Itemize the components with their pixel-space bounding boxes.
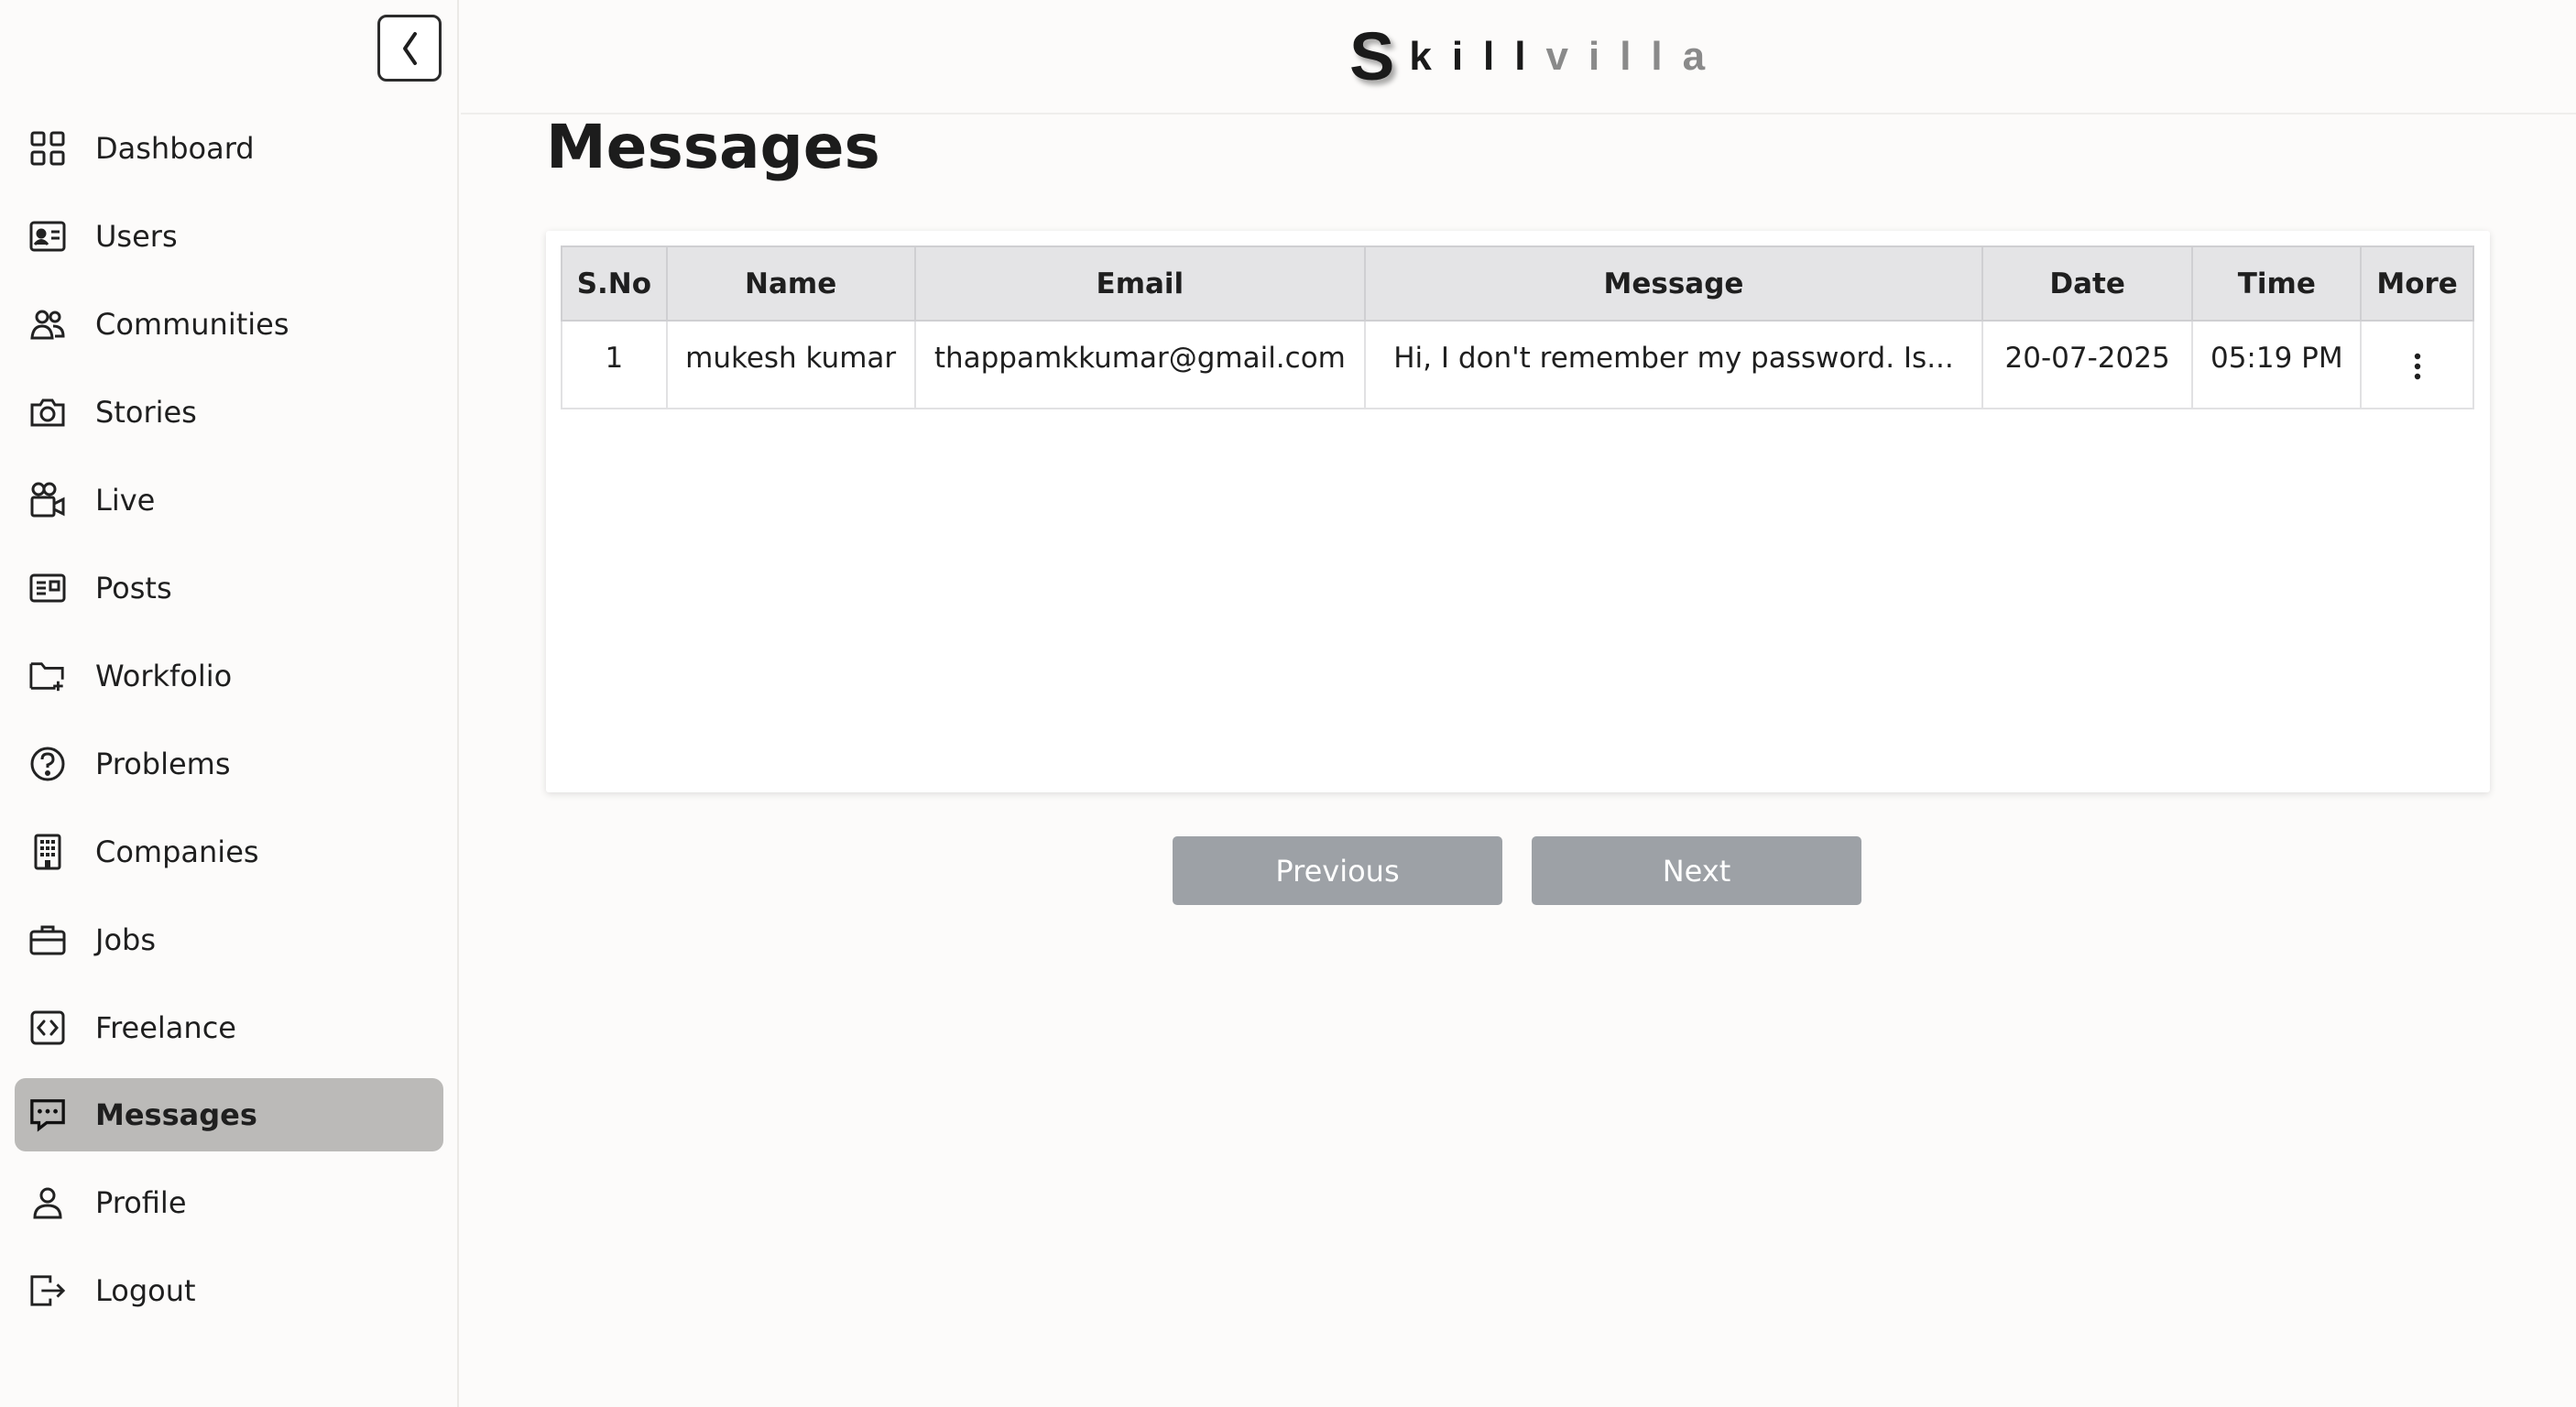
sidebar-item-label: Stories: [95, 395, 197, 430]
more-options-icon[interactable]: [2413, 353, 2422, 387]
top-bar: S kill villa: [461, 0, 2576, 115]
messages-table: S.No Name Email Message Date Time More 1…: [561, 245, 2474, 409]
chat-dots-icon: [29, 1096, 66, 1133]
briefcase-icon: [29, 922, 66, 958]
sidebar-item-companies[interactable]: Companies: [15, 815, 443, 889]
sidebar-item-label: Communities: [95, 307, 289, 342]
cell-email: thappamkkumar@gmail.com: [913, 320, 1367, 409]
column-header-message: Message: [1364, 245, 1983, 322]
previous-page-button[interactable]: Previous: [1173, 836, 1502, 905]
sidebar-item-label: Posts: [95, 571, 172, 605]
sidebar-item-label: Problems: [95, 747, 231, 781]
skillvilla-logo[interactable]: S kill villa: [1349, 20, 1725, 93]
sidebar-item-freelance[interactable]: Freelance: [15, 991, 443, 1064]
sidebar-item-label: Profile: [95, 1185, 187, 1220]
sidebar-item-stories[interactable]: Stories: [15, 376, 443, 449]
sidebar-item-dashboard[interactable]: Dashboard: [15, 112, 443, 185]
sidebar: Dashboard Users Communities Stories Live…: [0, 0, 459, 1407]
sidebar-item-communities[interactable]: Communities: [15, 288, 443, 361]
column-header-more: More: [2360, 245, 2474, 322]
question-circle-icon: [29, 746, 66, 782]
cell-sno: 1: [561, 320, 668, 409]
sidebar-item-label: Dashboard: [95, 131, 255, 166]
table-header-row: S.No Name Email Message Date Time More: [561, 245, 2474, 322]
sidebar-item-label: Workfolio: [95, 659, 233, 693]
table-row[interactable]: 1 mukesh kumar thappamkkumar@gmail.com H…: [561, 320, 2474, 409]
sidebar-item-workfolio[interactable]: Workfolio: [15, 639, 443, 713]
sidebar-item-label: Companies: [95, 834, 259, 869]
messages-table-card: S.No Name Email Message Date Time More 1…: [546, 231, 2490, 792]
sidebar-item-jobs[interactable]: Jobs: [15, 903, 443, 976]
camera-icon: [29, 394, 66, 431]
sidebar-item-label: Messages: [95, 1097, 257, 1132]
sidebar-item-label: Logout: [95, 1273, 196, 1308]
collapse-sidebar-button[interactable]: [377, 15, 442, 82]
sidebar-item-messages[interactable]: Messages: [15, 1078, 443, 1151]
sidebar-item-label: Freelance: [95, 1010, 236, 1045]
sidebar-item-label: Live: [95, 483, 156, 518]
person-icon: [29, 1184, 66, 1221]
next-page-button[interactable]: Next: [1532, 836, 1861, 905]
logout-icon: [29, 1272, 66, 1309]
cell-message: Hi, I don't remember my password. Is...: [1364, 320, 1983, 409]
column-header-time: Time: [2191, 245, 2363, 322]
folder-plus-icon: [29, 658, 66, 694]
sidebar-item-posts[interactable]: Posts: [15, 551, 443, 625]
sidebar-item-profile[interactable]: Profile: [15, 1166, 443, 1239]
column-header-sno: S.No: [561, 245, 668, 322]
newspaper-icon: [29, 570, 66, 606]
video-camera-icon: [29, 482, 66, 518]
sidebar-item-label: Jobs: [95, 922, 156, 957]
column-header-date: Date: [1981, 245, 2194, 322]
cell-name: mukesh kumar: [665, 320, 916, 409]
column-header-name: Name: [665, 245, 916, 322]
cell-time: 05:19 PM: [2191, 320, 2363, 409]
sidebar-item-live[interactable]: Live: [15, 464, 443, 537]
page-title: Messages: [546, 112, 880, 182]
people-icon: [29, 306, 66, 343]
code-box-icon: [29, 1009, 66, 1046]
id-card-icon: [29, 218, 66, 255]
cell-more: [2360, 320, 2474, 409]
building-icon: [29, 834, 66, 870]
dashboard-grid-icon: [29, 130, 66, 167]
logo-grey-part: villa: [1545, 34, 1726, 79]
sidebar-item-label: Users: [95, 219, 178, 254]
logo-letter: S: [1349, 18, 1395, 94]
chevron-left-icon: [403, 31, 417, 65]
sidebar-item-problems[interactable]: Problems: [15, 727, 443, 801]
cell-date: 20-07-2025: [1981, 320, 2194, 409]
sidebar-item-users[interactable]: Users: [15, 200, 443, 273]
column-header-email: Email: [913, 245, 1367, 322]
sidebar-item-logout[interactable]: Logout: [15, 1254, 443, 1327]
logo-dark-part: kill: [1409, 34, 1546, 79]
